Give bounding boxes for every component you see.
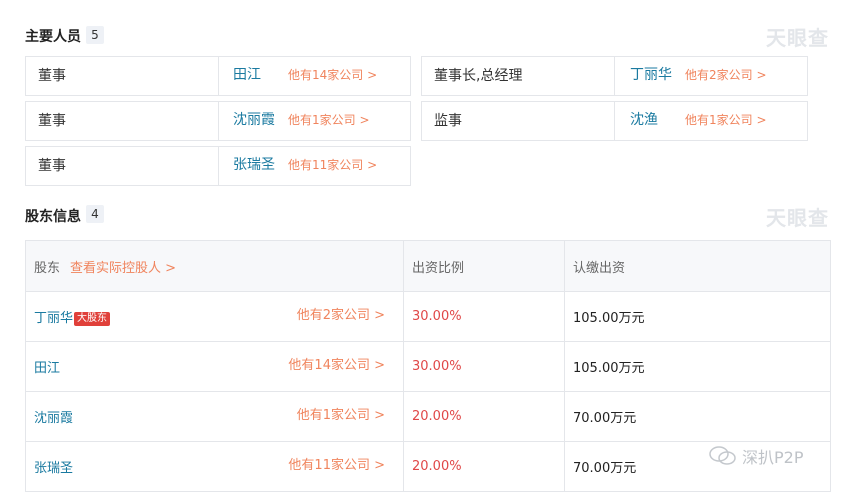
personnel-card: 监事 沈渔 他有1家公司 >: [421, 101, 808, 141]
view-controller-link[interactable]: 查看实际控股人 >: [70, 261, 176, 276]
shareholder-companies-link[interactable]: 他有2家公司 >: [297, 292, 385, 340]
personnel-role: 董事: [38, 158, 66, 174]
card-divider: [614, 57, 615, 95]
header-shareholder: 股东 查看实际控股人 >: [25, 240, 404, 292]
tianyancha-watermark: 天眼查: [766, 26, 829, 50]
personnel-card: 董事 张瑞圣 他有11家公司 >: [25, 146, 411, 186]
personnel-name-link[interactable]: 沈丽霞: [233, 102, 275, 138]
personnel-card: 董事 田江 他有14家公司 >: [25, 56, 411, 96]
personnel-card: 董事长,总经理 丁丽华 他有2家公司 >: [421, 56, 808, 96]
personnel-companies-link[interactable]: 他有2家公司 >: [685, 57, 767, 93]
shareholder-name-link[interactable]: 田江: [34, 361, 60, 376]
ratio-cell: 30.00%: [403, 291, 565, 342]
personnel-role: 董事长,总经理: [434, 68, 523, 84]
header-shareholder-label: 股东: [34, 260, 61, 276]
card-divider: [218, 147, 219, 185]
shareholder-companies-link[interactable]: 他有1家公司 >: [297, 392, 385, 440]
major-shareholder-badge: 大股东: [74, 312, 111, 326]
amount-cell: 105.00万元: [564, 291, 831, 342]
personnel-companies-link[interactable]: 他有1家公司 >: [288, 102, 370, 138]
header-amount: 认缴出资: [564, 240, 831, 292]
personnel-card: 董事 沈丽霞 他有1家公司 >: [25, 101, 411, 141]
wechat-icon: [709, 446, 736, 465]
shareholder-name-link[interactable]: 丁丽华: [34, 311, 73, 326]
shareholder-cell: 田江 他有14家公司 >: [25, 341, 404, 392]
amount-cell: 105.00万元: [564, 341, 831, 392]
table-row: 沈丽霞 他有1家公司 > 20.00% 70.00万元: [25, 391, 831, 442]
table-row: 田江 他有14家公司 > 30.00% 105.00万元: [25, 341, 831, 392]
card-divider: [614, 102, 615, 140]
personnel-companies-link[interactable]: 他有1家公司 >: [685, 102, 767, 138]
personnel-count-badge: 5: [86, 26, 104, 44]
section-title-shareholders: 股东信息: [25, 209, 81, 225]
card-divider: [218, 102, 219, 140]
shareholder-name-link[interactable]: 张瑞圣: [34, 461, 73, 476]
ratio-cell: 30.00%: [403, 341, 565, 392]
personnel-name-link[interactable]: 丁丽华: [630, 57, 672, 93]
ratio-cell: 20.00%: [403, 391, 565, 442]
tianyancha-watermark: 天眼查: [766, 206, 829, 230]
personnel-name-link[interactable]: 沈渔: [630, 102, 658, 138]
shareholder-name-link[interactable]: 沈丽霞: [34, 411, 73, 426]
personnel-role: 董事: [38, 68, 66, 84]
personnel-companies-link[interactable]: 他有14家公司 >: [288, 57, 377, 93]
ratio-cell: 20.00%: [403, 441, 565, 492]
shareholder-companies-link[interactable]: 他有14家公司 >: [288, 342, 385, 390]
shareholder-count-badge: 4: [86, 205, 104, 223]
table-header-row: 股东 查看实际控股人 > 出资比例 认缴出资: [25, 240, 831, 292]
table-row: 丁丽华 大股东 他有2家公司 > 30.00% 105.00万元: [25, 291, 831, 342]
personnel-role: 董事: [38, 113, 66, 129]
personnel-role: 监事: [434, 113, 462, 129]
card-divider: [218, 57, 219, 95]
shareholder-cell: 沈丽霞 他有1家公司 >: [25, 391, 404, 442]
wechat-watermark: 深扒P2P: [708, 444, 803, 468]
personnel-companies-link[interactable]: 他有11家公司 >: [288, 147, 377, 183]
header-ratio: 出资比例: [403, 240, 565, 292]
shareholder-cell: 张瑞圣 他有11家公司 >: [25, 441, 404, 492]
personnel-name-link[interactable]: 田江: [233, 57, 261, 93]
shareholder-companies-link[interactable]: 他有11家公司 >: [288, 442, 385, 490]
shareholder-cell: 丁丽华 大股东 他有2家公司 >: [25, 291, 404, 342]
personnel-name-link[interactable]: 张瑞圣: [233, 147, 275, 183]
wechat-watermark-text: 深扒P2P: [742, 448, 804, 467]
amount-cell: 70.00万元: [564, 391, 831, 442]
section-title-personnel: 主要人员: [25, 29, 81, 45]
